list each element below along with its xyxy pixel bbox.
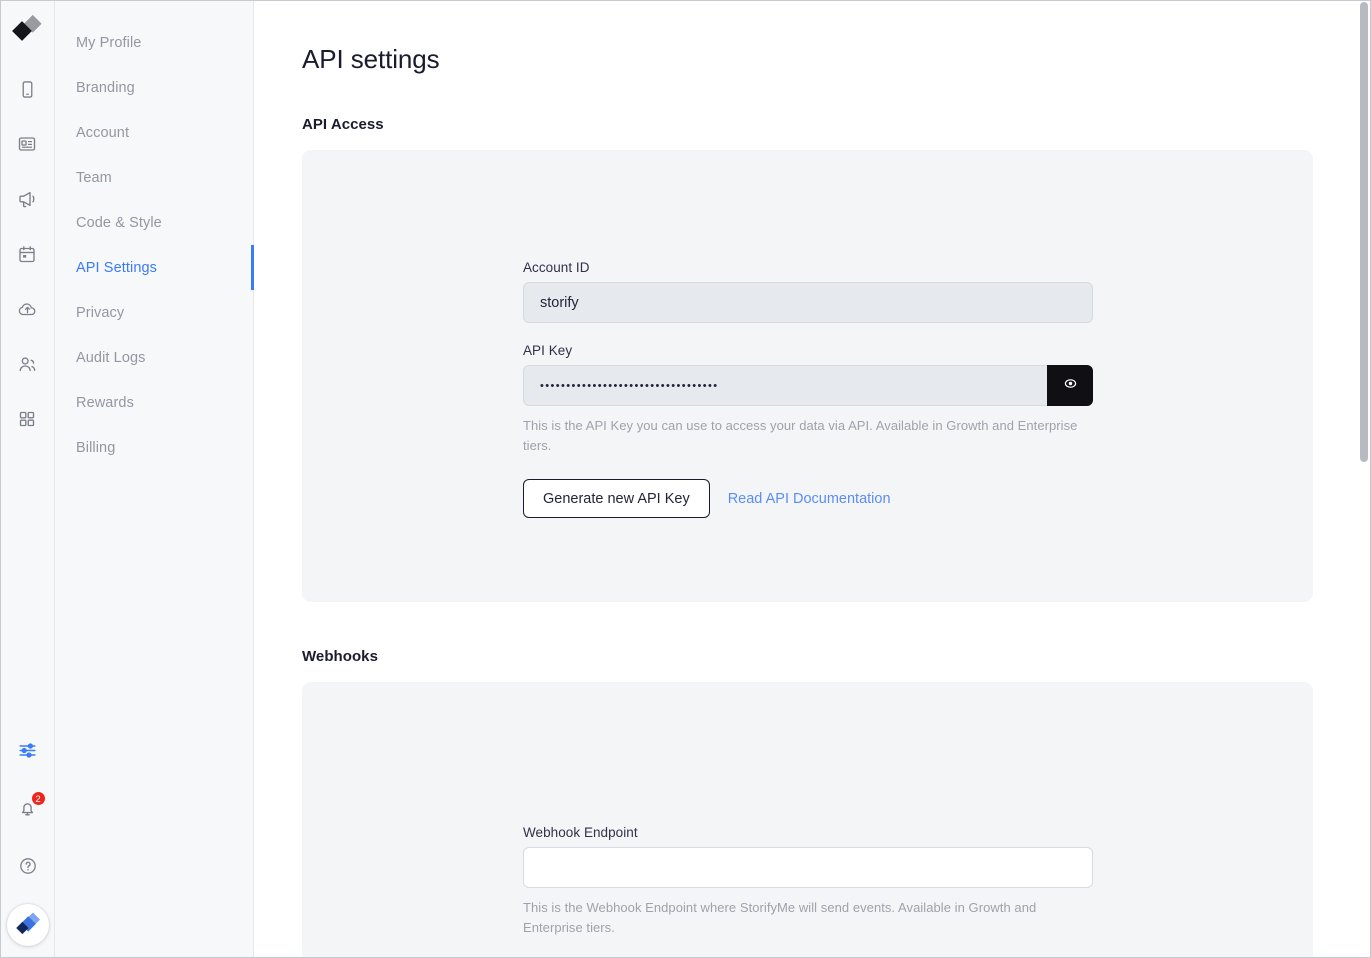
- icon-rail-bottom: 2: [0, 730, 55, 946]
- sidebar-item-account[interactable]: Account: [55, 110, 253, 155]
- sidebar-item-api-settings[interactable]: API Settings: [55, 245, 254, 290]
- api-access-card: Account ID storify API Key •••••••••••••…: [302, 150, 1313, 602]
- account-avatar[interactable]: [6, 904, 49, 946]
- sidebar-item-billing[interactable]: Billing: [55, 425, 253, 470]
- apps-grid-icon: [18, 410, 36, 428]
- api-access-fields: Account ID storify API Key •••••••••••••…: [523, 260, 1093, 519]
- webhook-endpoint-helper-text: This is the Webhook Endpoint where Stori…: [523, 900, 1037, 936]
- notification-badge: 2: [30, 791, 46, 806]
- eye-icon: [1062, 375, 1079, 397]
- webhook-endpoint-input[interactable]: [523, 847, 1093, 888]
- sidebar-item-label: API Settings: [76, 259, 157, 276]
- calendar-icon: [17, 244, 37, 264]
- sidebar-item-team[interactable]: Team: [55, 155, 253, 200]
- help-circle-icon: [18, 856, 38, 876]
- sidebar-item-label: Branding: [76, 79, 135, 96]
- sidebar-item-audit-logs[interactable]: Audit Logs: [55, 335, 253, 380]
- audience-icon: [17, 354, 38, 375]
- stories-icon: [18, 80, 37, 99]
- account-id-input[interactable]: storify: [523, 282, 1093, 323]
- sidebar-item-my-profile[interactable]: My Profile: [55, 20, 253, 65]
- sidebar-item-label: Billing: [76, 439, 116, 456]
- sidebar-item-label: Team: [76, 169, 112, 186]
- page-title: API settings: [302, 44, 440, 74]
- api-key-row: ••••••••••••••••••••••••••••••••••: [523, 365, 1093, 406]
- rail-item-publish[interactable]: [7, 289, 47, 329]
- vertical-scrollbar[interactable]: [1360, 2, 1368, 956]
- rail-item-apps[interactable]: [7, 399, 47, 439]
- section-title-api-access: API Access: [302, 116, 384, 133]
- sidebar-item-label: Code & Style: [76, 214, 162, 231]
- rail-item-notifications[interactable]: 2: [8, 788, 48, 828]
- sliders-settings-icon: [17, 740, 38, 761]
- icon-rail: 2: [0, 0, 55, 958]
- main-inner: API settings API Access Account ID stori…: [254, 0, 1371, 958]
- section-title-webhooks: Webhooks: [302, 648, 378, 665]
- rail-item-cards[interactable]: [7, 124, 47, 164]
- scrollbar-thumb[interactable]: [1360, 2, 1368, 462]
- cards-icon: [17, 134, 37, 154]
- api-key-helper-text: This is the API Key you can use to acces…: [523, 418, 1078, 454]
- webhooks-card: Webhook Endpoint This is the Webhook End…: [302, 682, 1313, 958]
- sidebar-item-rewards[interactable]: Rewards: [55, 380, 253, 425]
- sidebar-item-label: Rewards: [76, 394, 134, 411]
- rail-item-audience[interactable]: [7, 344, 47, 384]
- generate-new-api-key-button[interactable]: Generate new API Key: [523, 479, 710, 519]
- read-api-documentation-link[interactable]: Read API Documentation: [728, 491, 891, 507]
- campaigns-icon: [17, 189, 38, 210]
- api-key-label: API Key: [523, 343, 573, 358]
- upload-cloud-icon: [17, 299, 38, 320]
- rail-item-campaigns[interactable]: [7, 179, 47, 219]
- rail-item-help[interactable]: [8, 846, 48, 886]
- sidebar-item-label: Audit Logs: [76, 349, 146, 366]
- webhook-endpoint-label: Webhook Endpoint: [523, 825, 638, 840]
- webhooks-fields: Webhook Endpoint This is the Webhook End…: [523, 825, 1093, 958]
- sidebar-item-label: Account: [76, 124, 130, 141]
- icon-rail-top: [0, 0, 54, 454]
- api-key-input[interactable]: ••••••••••••••••••••••••••••••••••: [523, 365, 1047, 406]
- account-id-label: Account ID: [523, 260, 590, 275]
- sidebar-item-code-and-style[interactable]: Code & Style: [55, 200, 253, 245]
- toggle-api-key-visibility-button[interactable]: [1047, 365, 1093, 406]
- sidebar-item-label: My Profile: [76, 34, 142, 51]
- rail-item-stories[interactable]: [7, 69, 47, 109]
- rail-item-calendar[interactable]: [7, 234, 47, 274]
- sidebar-item-branding[interactable]: Branding: [55, 65, 253, 110]
- api-key-actions: Generate new API Key Read API Documentat…: [523, 479, 1093, 519]
- account-avatar-logo: [15, 912, 40, 935]
- storifyme-logo[interactable]: [10, 13, 44, 47]
- main-content: API settings API Access Account ID stori…: [254, 0, 1371, 958]
- settings-subnav: My Profile Branding Account Team Code & …: [55, 0, 254, 958]
- app-root: 2 My Profile Branding Account Team Code …: [0, 0, 1371, 958]
- sidebar-item-label: Privacy: [76, 304, 125, 321]
- rail-item-settings[interactable]: [8, 730, 48, 770]
- sidebar-item-privacy[interactable]: Privacy: [55, 290, 253, 335]
